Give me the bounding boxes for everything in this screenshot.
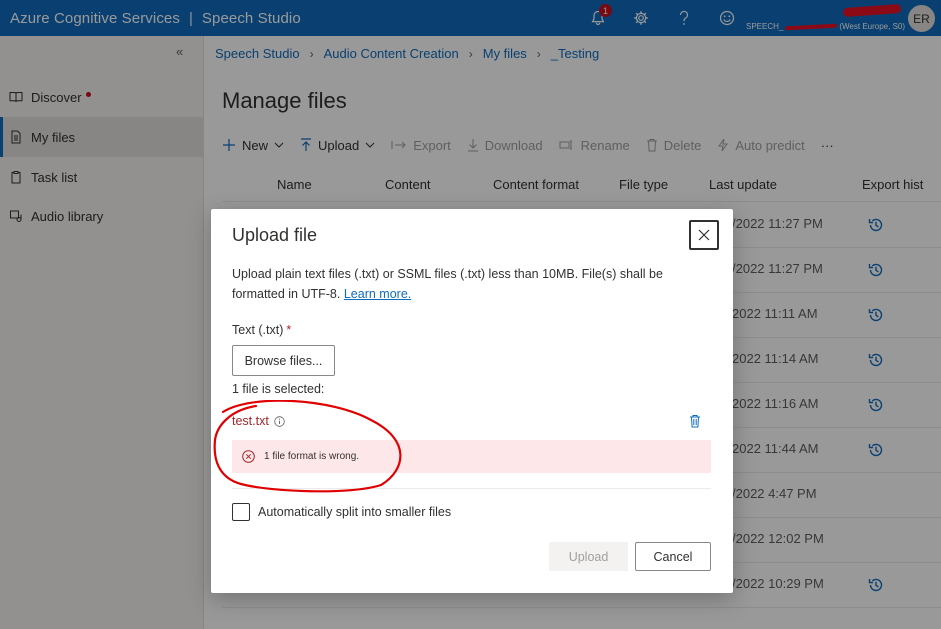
close-icon <box>698 229 710 241</box>
error-message-bar: 1 file format is wrong. <box>232 440 711 473</box>
file-name-text: test.txt <box>232 414 269 428</box>
divider <box>232 488 711 489</box>
split-files-checkbox-row[interactable]: Automatically split into smaller files <box>232 503 451 521</box>
close-button[interactable] <box>689 220 719 250</box>
description-text: Upload plain text files (.txt) or SSML f… <box>232 267 663 301</box>
cancel-button[interactable]: Cancel <box>635 542 711 571</box>
learn-more-link[interactable]: Learn more. <box>344 287 411 301</box>
field-label-text: Text (.txt) <box>232 323 284 337</box>
error-message-text: 1 file format is wrong. <box>264 451 360 462</box>
browse-files-button[interactable]: Browse files... <box>232 345 335 376</box>
remove-file-button[interactable] <box>689 414 701 431</box>
selected-file: test.txt <box>232 414 285 428</box>
dialog-title: Upload file <box>232 225 318 245</box>
upload-button[interactable]: Upload <box>549 542 628 571</box>
split-files-checkbox[interactable] <box>232 503 250 521</box>
required-mark: * <box>286 323 292 337</box>
upload-file-dialog: Upload file Upload plain text files (.tx… <box>211 209 733 593</box>
selected-count-text: 1 file is selected: <box>232 382 325 396</box>
info-icon[interactable] <box>274 415 285 427</box>
trash-icon <box>690 415 700 428</box>
checkbox-label: Automatically split into smaller files <box>258 505 452 519</box>
error-circle-icon <box>242 450 255 463</box>
text-field-label: Text (.txt) * <box>232 323 291 337</box>
dialog-description: Upload plain text files (.txt) or SSML f… <box>232 264 702 304</box>
